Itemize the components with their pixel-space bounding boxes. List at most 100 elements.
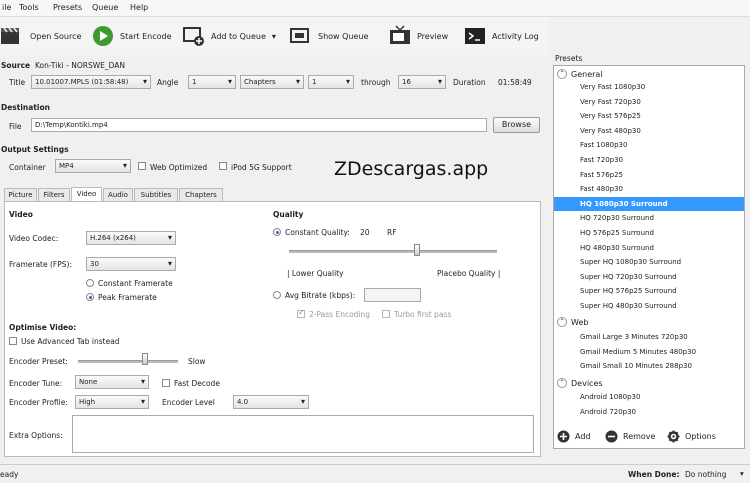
play-icon xyxy=(93,26,113,46)
angle-select[interactable]: 1 xyxy=(188,75,236,89)
preset-item[interactable]: Very Fast 480p30 xyxy=(554,124,744,139)
framerate-label: Framerate (FPS): xyxy=(9,260,72,269)
preset-item[interactable]: Android 720p30 xyxy=(554,405,744,420)
tab-chapters[interactable]: Chapters xyxy=(179,188,223,201)
preset-item[interactable]: Super HQ 576p25 Surround xyxy=(554,284,744,299)
browse-button[interactable]: Browse xyxy=(493,117,540,133)
quality-slider-thumb[interactable] xyxy=(414,244,420,256)
encoder-preset-slider-track[interactable] xyxy=(78,360,178,363)
extra-options-label: Extra Options: xyxy=(9,431,63,440)
preset-group-web[interactable]: ⌃ Web xyxy=(557,317,588,327)
title-select[interactable]: 10.01007.MPLS (01:58:48) xyxy=(31,75,151,89)
preset-item[interactable]: Android 1080p30 xyxy=(554,390,744,405)
remove-preset-button[interactable]: Remove xyxy=(605,430,655,443)
turbo-first-pass-checkbox[interactable] xyxy=(382,310,390,318)
extra-options-input[interactable] xyxy=(72,415,534,453)
collapse-icon[interactable]: ⌃ xyxy=(557,317,567,327)
tab-filters[interactable]: Filters xyxy=(38,188,70,201)
chapter-start-select[interactable]: 1 xyxy=(308,75,354,89)
encoder-tune-select[interactable]: None xyxy=(75,375,149,389)
encoder-level-select[interactable]: 4.0 xyxy=(233,395,309,409)
preset-item[interactable]: Gmail Medium 5 Minutes 480p30 xyxy=(554,345,744,360)
preview-button[interactable]: Preview xyxy=(389,21,448,51)
preset-item[interactable]: Very Fast 720p30 xyxy=(554,95,744,110)
encoder-tune-label: Encoder Tune: xyxy=(9,379,63,388)
collapse-icon[interactable]: ⌃ xyxy=(557,378,567,388)
open-source-button[interactable]: Open Source xyxy=(0,21,81,51)
preset-item[interactable]: Fast 1080p30 xyxy=(554,138,744,153)
quality-heading: Quality xyxy=(273,210,304,219)
fast-decode-label: Fast Decode xyxy=(174,379,220,388)
peak-framerate-radio[interactable] xyxy=(86,293,94,301)
file-label: File xyxy=(9,122,22,131)
preset-item[interactable]: Very Fast 1080p30 xyxy=(554,80,744,95)
tv-icon xyxy=(390,25,410,44)
preset-item[interactable]: Gmail Small 10 Minutes 288p30 xyxy=(554,359,744,374)
menu-tools[interactable]: Tools xyxy=(19,3,39,12)
fast-decode-checkbox[interactable] xyxy=(162,379,170,387)
preset-item[interactable]: Fast 720p30 xyxy=(554,153,744,168)
preset-item[interactable]: Fast 480p30 xyxy=(554,182,744,197)
tab-audio[interactable]: Audio xyxy=(103,188,133,201)
presets-heading: Presets xyxy=(555,54,583,63)
when-done-select[interactable]: Do nothing xyxy=(685,470,726,479)
output-settings-heading: Output Settings xyxy=(1,145,69,154)
plus-icon xyxy=(557,430,570,443)
preset-group-general[interactable]: ⌃ General xyxy=(557,69,603,79)
ipod-support-checkbox[interactable] xyxy=(219,162,227,170)
two-pass-checkbox[interactable] xyxy=(297,308,305,318)
menu-presets[interactable]: Presets xyxy=(53,3,82,12)
add-to-queue-button[interactable]: Add to Queue ▾ xyxy=(183,21,276,51)
status-bar: eady When Done: Do nothing ▾ xyxy=(0,464,750,483)
optimise-video-heading: Optimise Video: xyxy=(9,323,77,332)
activity-log-button[interactable]: Activity Log xyxy=(464,21,539,51)
add-preset-button[interactable]: Add xyxy=(557,430,591,443)
start-encode-button[interactable]: Start Encode xyxy=(92,21,172,51)
preset-options-button[interactable]: Options xyxy=(667,430,716,443)
preset-item[interactable]: Gmail Large 3 Minutes 720p30 xyxy=(554,330,744,345)
menu-file[interactable]: ile xyxy=(2,3,11,12)
constant-quality-radio[interactable] xyxy=(273,228,281,236)
chapter-end-select[interactable]: 16 xyxy=(398,75,446,89)
tab-subtitles[interactable]: Subtitles xyxy=(134,188,178,201)
collapse-icon[interactable]: ⌃ xyxy=(557,69,567,79)
encoder-profile-label: Encoder Profile: xyxy=(9,398,68,407)
constant-framerate-radio[interactable] xyxy=(86,279,94,287)
range-type-select[interactable]: Chapters xyxy=(240,75,304,89)
queue-icon xyxy=(290,28,309,43)
advanced-tab-checkbox[interactable] xyxy=(9,337,17,345)
gear-icon xyxy=(667,430,680,443)
web-optimized-checkbox[interactable] xyxy=(138,162,146,170)
preset-item[interactable]: HQ 576p25 Surround xyxy=(554,226,744,241)
container-select[interactable]: MP4 xyxy=(55,159,131,173)
avg-bitrate-radio[interactable] xyxy=(273,291,281,299)
chevron-down-icon[interactable]: ▾ xyxy=(740,469,744,478)
two-pass-label: 2-Pass Encoding xyxy=(309,310,371,319)
file-path-input[interactable]: D:\Temp\Kontiki.mp4 xyxy=(31,118,487,132)
menu-queue[interactable]: Queue xyxy=(92,3,118,12)
preset-item[interactable]: Super HQ 480p30 Surround xyxy=(554,299,744,314)
avg-bitrate-input[interactable] xyxy=(364,288,421,302)
chevron-down-icon[interactable]: ▾ xyxy=(272,32,276,41)
encoder-profile-select[interactable]: High xyxy=(75,395,149,409)
preset-item[interactable]: Fast 576p25 xyxy=(554,168,744,183)
menu-bar: ile Tools Presets Queue Help xyxy=(0,0,750,17)
peak-framerate-label: Peak Framerate xyxy=(98,293,157,302)
show-queue-button[interactable]: Show Queue xyxy=(290,21,368,51)
video-codec-select[interactable]: H.264 (x264) xyxy=(86,231,176,245)
preset-item[interactable]: HQ 720p30 Surround xyxy=(554,211,744,226)
preset-group-devices[interactable]: ⌃ Devices xyxy=(557,378,603,388)
preset-item[interactable]: HQ 480p30 Surround xyxy=(554,241,744,256)
tab-video[interactable]: Video xyxy=(71,187,102,202)
preset-item[interactable]: Super HQ 1080p30 Surround xyxy=(554,255,744,270)
preset-item[interactable]: Very Fast 576p25 xyxy=(554,109,744,124)
encoder-preset-slider-thumb[interactable] xyxy=(142,353,148,365)
menu-help[interactable]: Help xyxy=(130,3,148,12)
encoder-preset-value: Slow xyxy=(188,357,206,366)
preset-item[interactable]: Super HQ 720p30 Surround xyxy=(554,270,744,285)
preset-item-selected[interactable]: HQ 1080p30 Surround xyxy=(554,196,744,212)
tab-picture[interactable]: Picture xyxy=(4,188,37,201)
advanced-tab-label: Use Advanced Tab instead xyxy=(21,337,120,346)
quality-slider-track[interactable] xyxy=(289,250,497,253)
framerate-select[interactable]: 30 xyxy=(86,257,176,271)
